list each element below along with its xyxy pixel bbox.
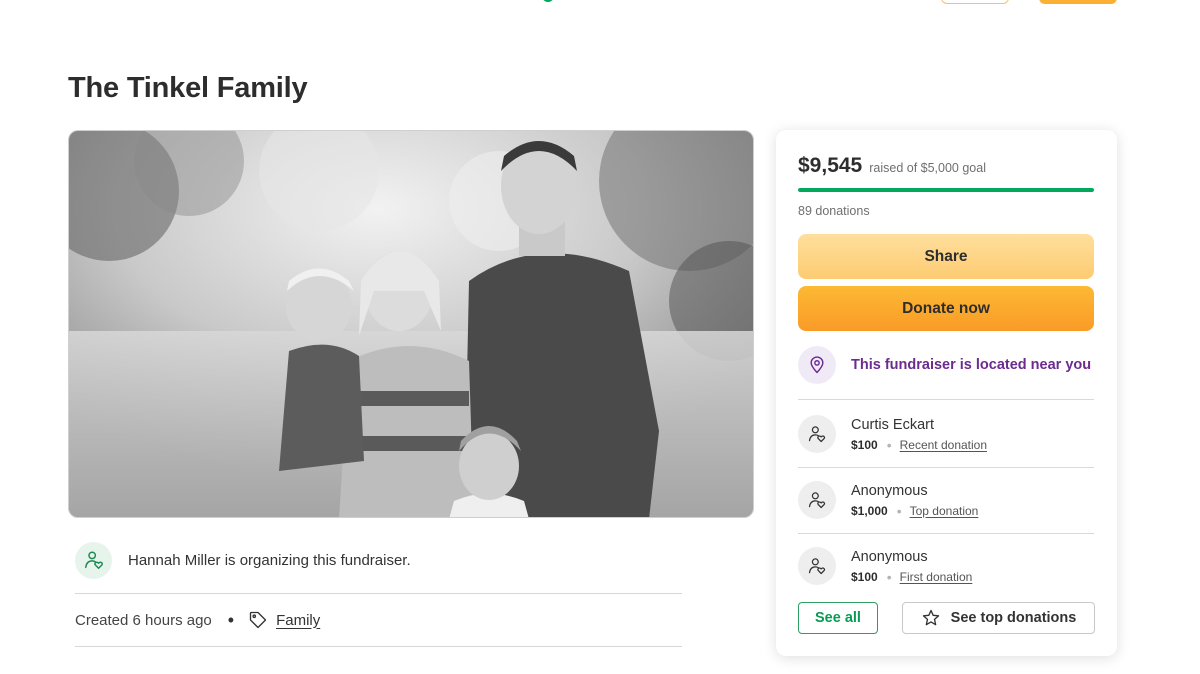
donor-name: Anonymous [851,482,928,499]
donate-now-button[interactable]: Donate now [798,286,1094,331]
header-start-button[interactable] [1039,0,1117,4]
donation-amount: $100 [851,437,878,452]
location-text: This fundraiser is located near you [851,357,1092,373]
donation-type-link[interactable]: First donation [900,570,973,584]
fundraiser-meta: Created 6 hours ago • Family [75,608,320,632]
organizer-row: Hannah Miller is organizing this fundrai… [75,540,682,580]
fundraiser-photo [68,130,754,518]
see-all-button[interactable]: See all [798,602,878,634]
bullet-separator: • [886,568,892,585]
user-heart-icon [798,547,836,585]
divider [798,467,1094,468]
goal-text: raised of $5,000 goal [869,161,986,175]
divider [798,399,1094,400]
progress-fill [798,188,1094,192]
divider [75,646,682,647]
donation-type-link[interactable]: Top donation [910,504,979,518]
user-heart-icon [75,541,112,579]
map-pin-icon [798,346,836,384]
star-icon [921,608,941,628]
donation-card: $9,545 raised of $5,000 goal 89 donation… [776,130,1117,656]
header-outline-button[interactable] [941,0,1009,4]
share-button[interactable]: Share [798,234,1094,279]
meta-separator: • [227,610,235,630]
fundraiser-page: The Tinkel Family Hannah Miller is organ… [0,0,1200,674]
user-heart-icon [798,481,836,519]
site-logo[interactable] [536,0,640,4]
bullet-separator: • [896,502,902,519]
donation-count: 89 donations [798,204,870,218]
page-title: The Tinkel Family [68,72,308,104]
donation-amount: $1,000 [851,503,888,518]
donation-item: Anonymous $1,000 • Top donation [798,474,1094,526]
donation-item: Curtis Eckart $100 • Recent donation [798,408,1094,460]
category-link[interactable]: Family [276,612,320,629]
divider [75,593,682,594]
donor-name: Anonymous [851,548,928,565]
raised-amount: $9,545 [798,154,863,177]
organizer-text: Hannah Miller is organizing this fundrai… [128,551,411,569]
created-time: Created 6 hours ago [75,611,212,629]
user-heart-icon [798,415,836,453]
donation-amount: $100 [851,569,878,584]
progress-bar [798,188,1094,192]
donation-type-link[interactable]: Recent donation [900,438,987,452]
location-notice: This fundraiser is located near you [798,346,1091,384]
donor-name: Curtis Eckart [851,416,934,433]
see-top-donations-button[interactable]: See top donations [902,602,1095,634]
divider [798,533,1094,534]
see-top-donations-label: See top donations [950,610,1077,626]
bullet-separator: • [886,436,892,453]
tag-icon [248,610,268,630]
donation-item: Anonymous $100 • First donation [798,540,1094,592]
raised-summary: $9,545 raised of $5,000 goal [798,154,986,178]
